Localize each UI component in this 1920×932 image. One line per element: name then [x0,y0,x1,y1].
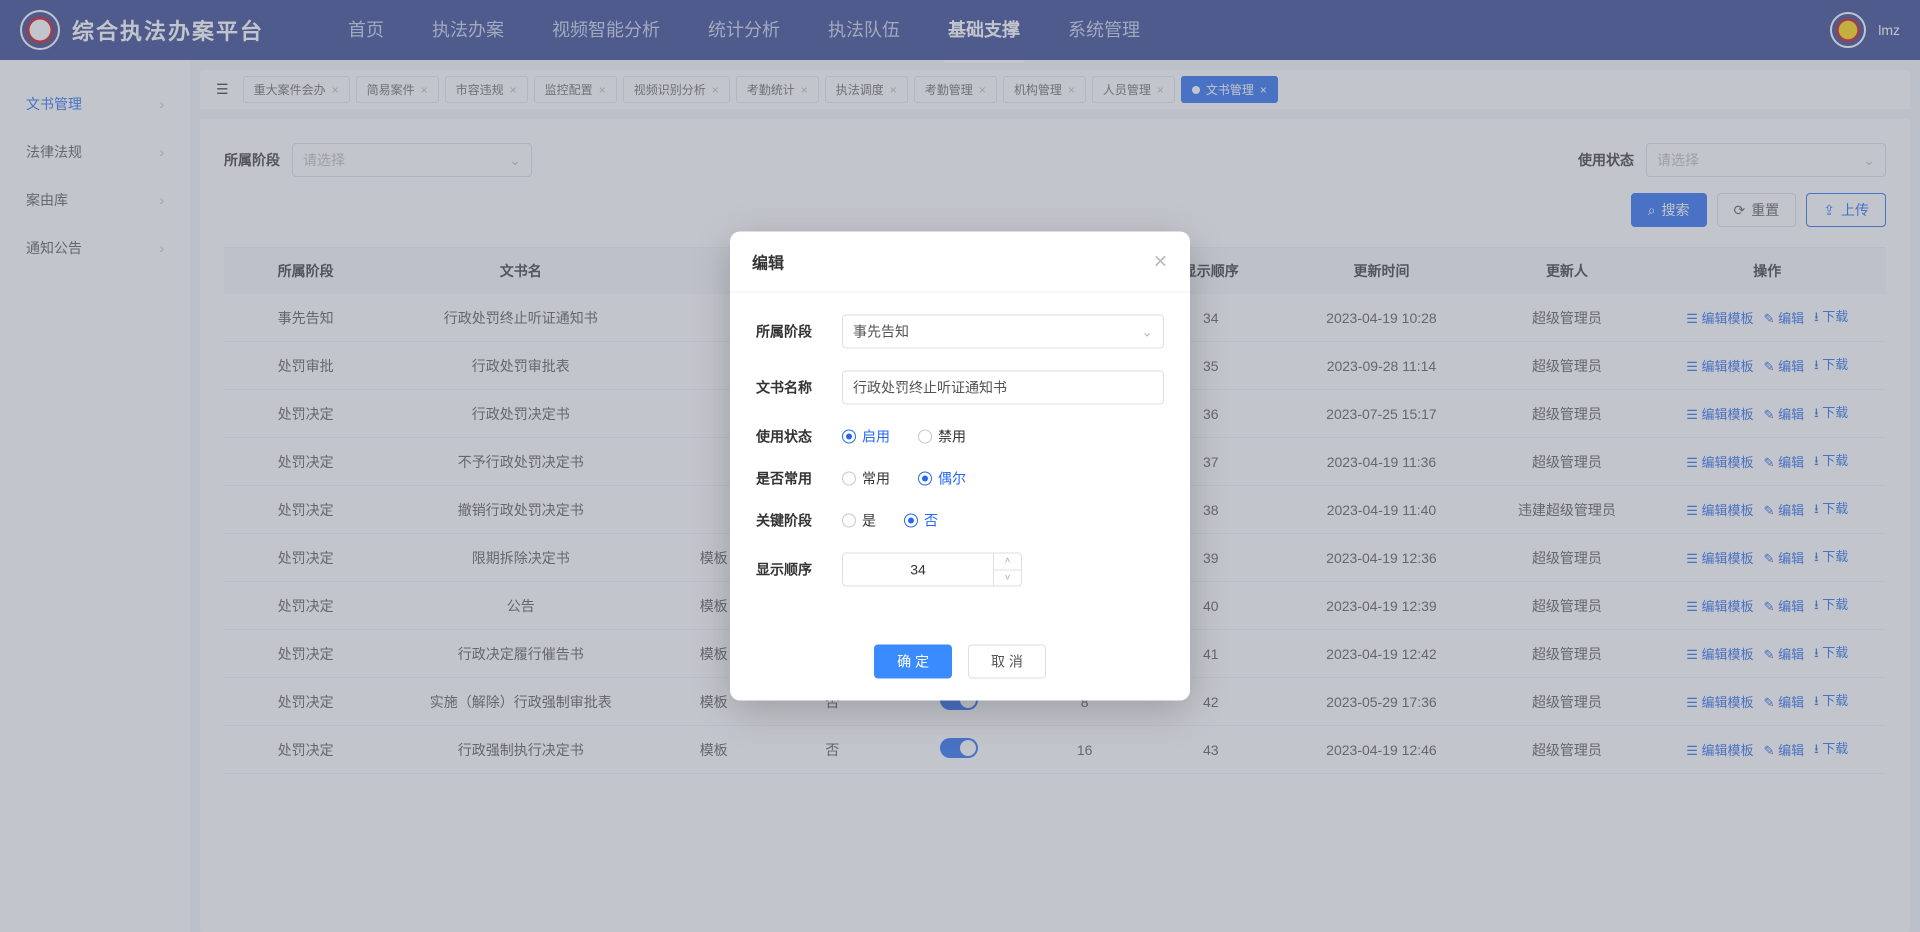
key-radio[interactable]: 否 [904,511,938,531]
radio-dot-icon [904,514,918,528]
modal-order-input[interactable]: 34 ˄˅ [842,553,1022,587]
radio-dot-icon [918,472,932,486]
cancel-button[interactable]: 取 消 [968,645,1046,679]
modal-name-input[interactable]: 行政处罚终止听证通知书 [842,371,1164,405]
modal-status-label: 使用状态 [756,427,826,447]
step-down-icon[interactable]: ˅ [994,570,1021,586]
modal-title: 编辑 [752,250,784,274]
modal-key-label: 关键阶段 [756,511,826,531]
radio-dot-icon [842,472,856,486]
common-radio[interactable]: 常用 [842,469,890,489]
key-radio[interactable]: 是 [842,511,876,531]
modal-order-label: 显示顺序 [756,560,826,580]
modal-common-label: 是否常用 [756,469,826,489]
chevron-down-icon: ⌄ [1141,323,1153,340]
close-icon[interactable]: ✕ [1153,251,1168,272]
radio-dot-icon [842,430,856,444]
radio-dot-icon [918,430,932,444]
modal-stage-select[interactable]: 事先告知⌄ [842,315,1164,349]
edit-modal: 编辑 ✕ 所属阶段 事先告知⌄ 文书名称 行政处罚终止听证通知书 使用状态 启用… [730,232,1190,701]
status-radio[interactable]: 禁用 [918,427,966,447]
modal-stage-label: 所属阶段 [756,322,826,342]
status-radio[interactable]: 启用 [842,427,890,447]
common-radio[interactable]: 偶尔 [918,469,966,489]
radio-dot-icon [842,514,856,528]
modal-name-label: 文书名称 [756,378,826,398]
confirm-button[interactable]: 确 定 [874,645,952,679]
step-up-icon[interactable]: ˄ [994,554,1021,571]
